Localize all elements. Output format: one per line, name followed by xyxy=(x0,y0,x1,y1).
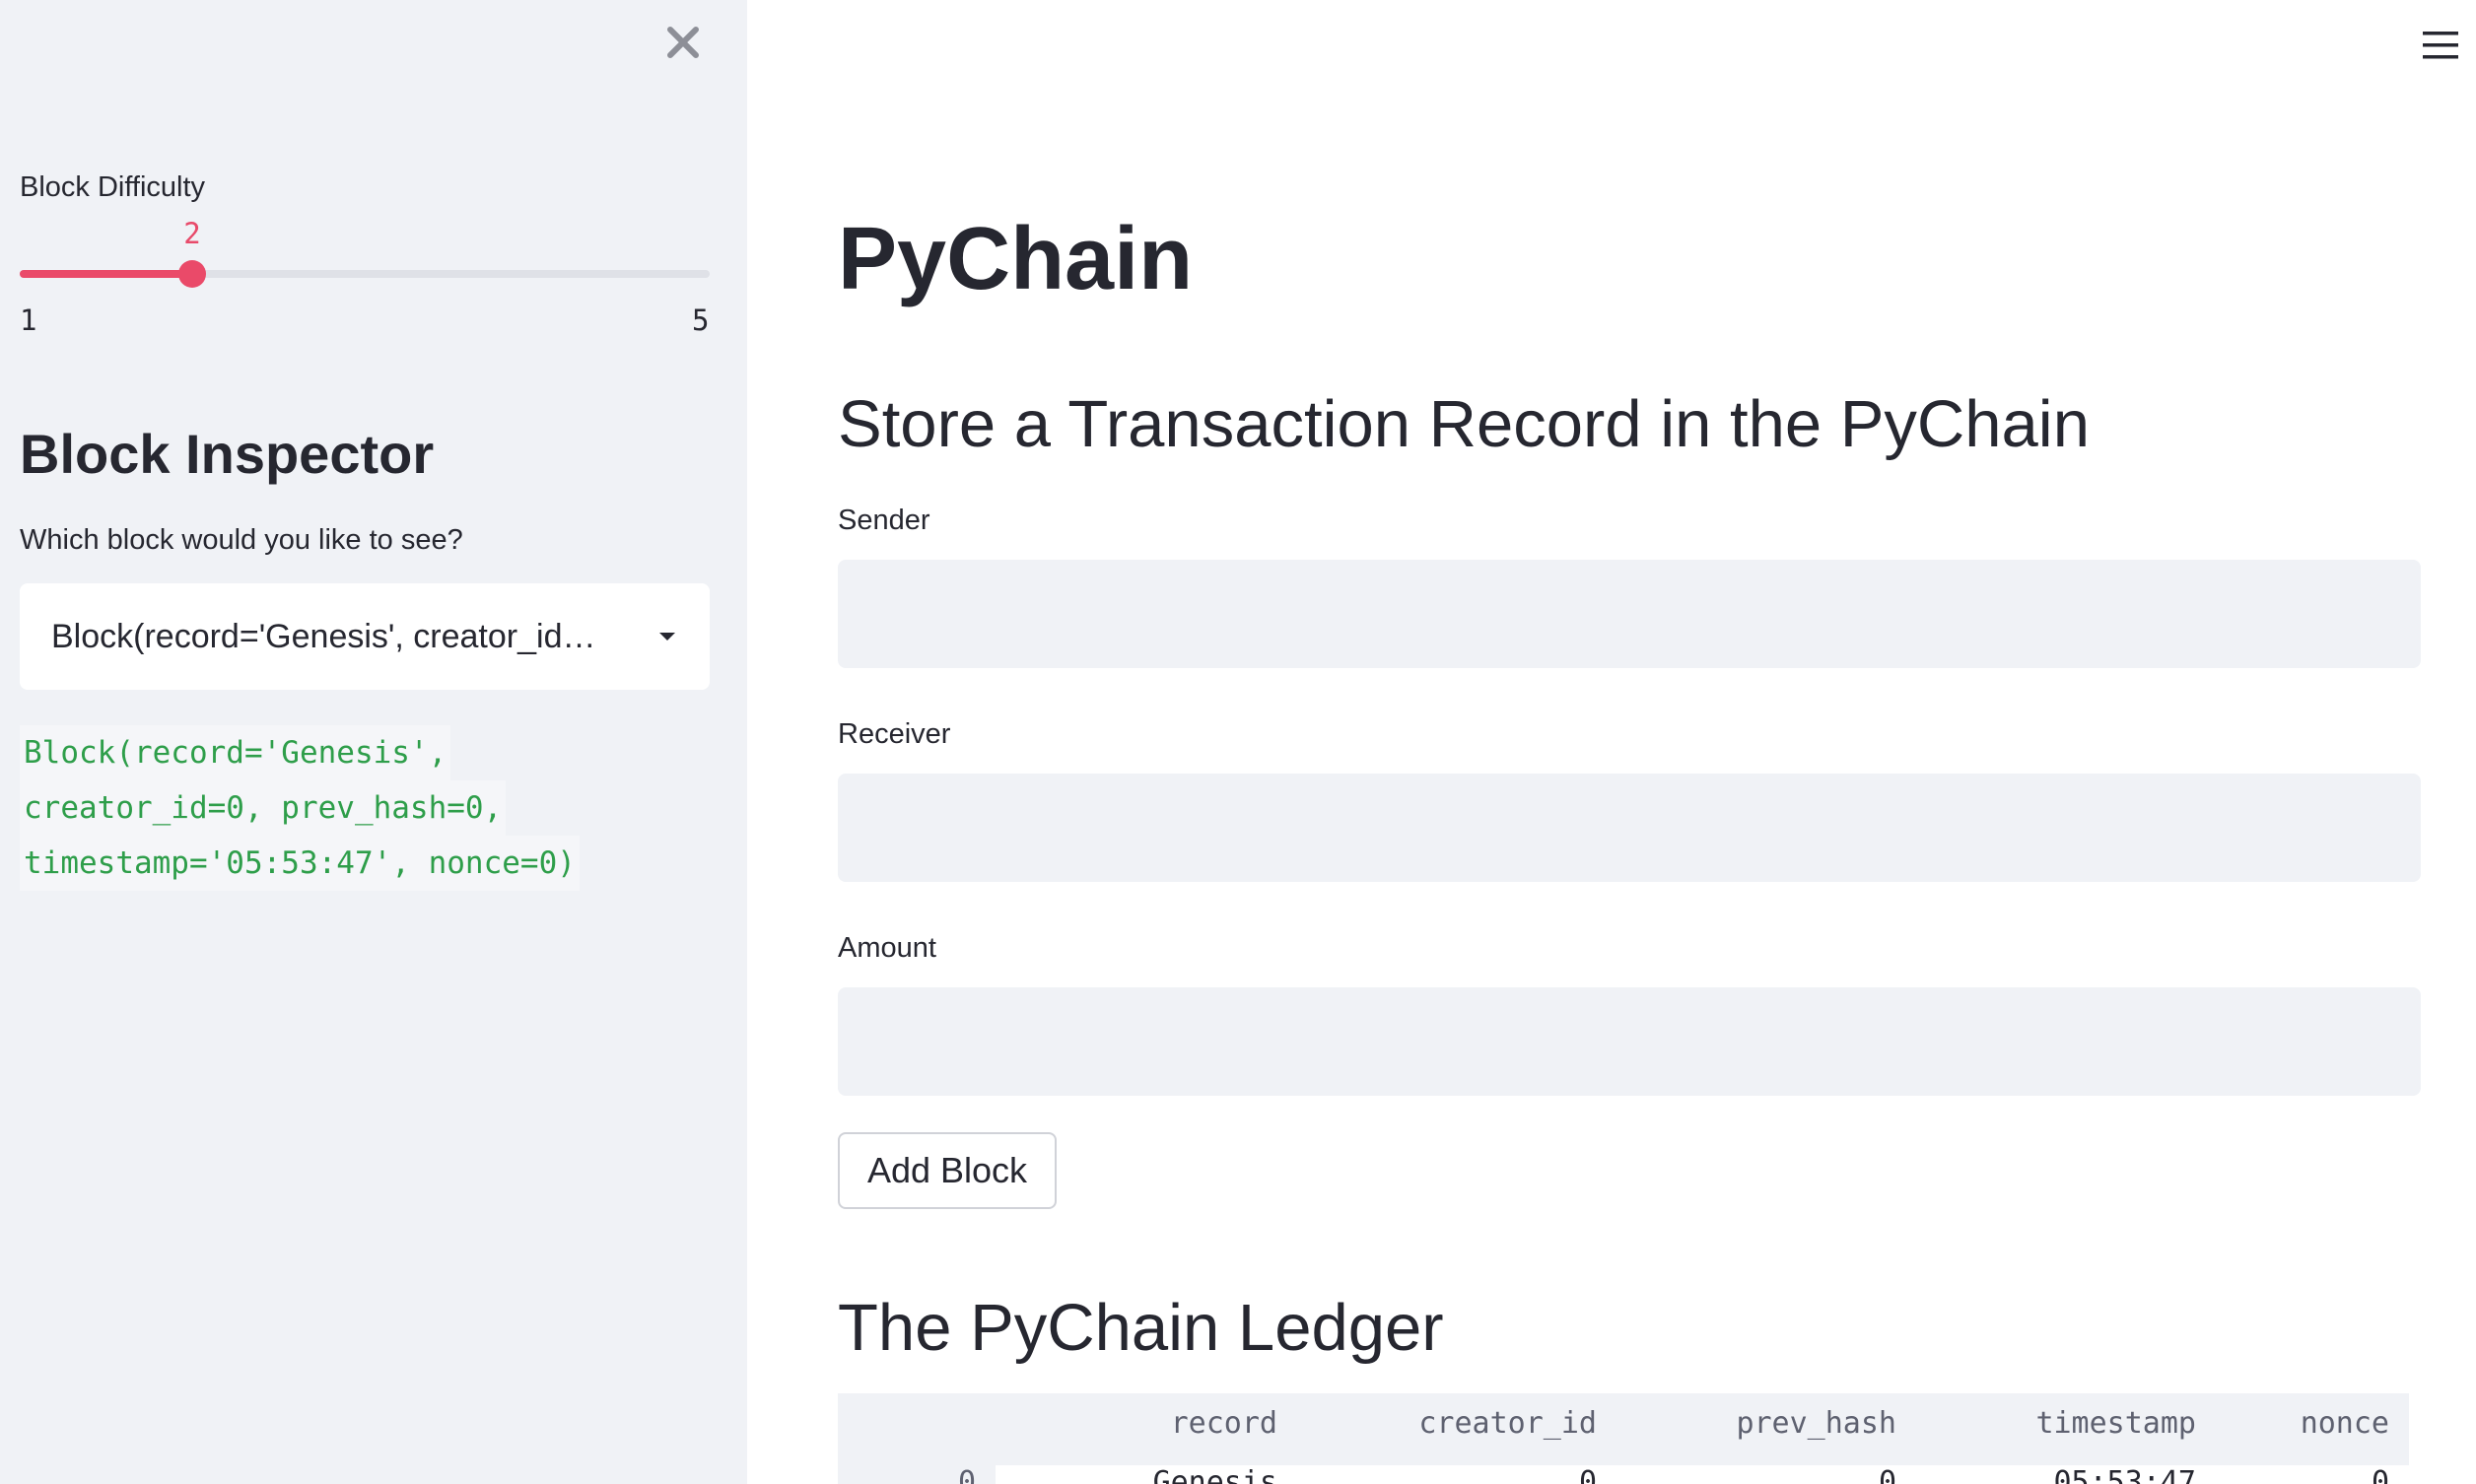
close-sidebar-button[interactable] xyxy=(662,22,704,63)
ledger-table: record creator_id prev_hash timestamp no… xyxy=(838,1393,2409,1484)
difficulty-slider[interactable] xyxy=(20,260,710,288)
ledger-column-header[interactable]: creator_id xyxy=(1297,1406,1616,1441)
main-content: PyChain Store a Transaction Record in th… xyxy=(747,0,2476,1484)
sender-input[interactable] xyxy=(838,560,2421,668)
hamburger-menu-icon[interactable] xyxy=(2419,24,2462,67)
ledger-header-row: record creator_id prev_hash timestamp no… xyxy=(838,1393,2409,1452)
row-index: 0 xyxy=(957,1464,976,1484)
code-line: Block(record='Genesis', xyxy=(20,725,451,780)
ledger-column-header[interactable]: prev_hash xyxy=(1616,1406,1916,1441)
block-select-value: Block(record='Genesis', creator_id… xyxy=(51,617,596,655)
table-cell[interactable]: Genesis xyxy=(996,1464,1297,1484)
amount-label: Amount xyxy=(838,932,936,964)
page-title: PyChain xyxy=(838,210,1194,308)
ledger-column-header[interactable]: nonce xyxy=(2216,1406,2409,1441)
table-cell[interactable]: 05:53:47 xyxy=(1916,1464,2216,1484)
block-select-label: Which block would you like to see? xyxy=(20,524,463,556)
store-transaction-heading: Store a Transaction Record in the PyChai… xyxy=(838,387,2090,461)
sidebar: Block Difficulty 2 1 5 Block Inspector W… xyxy=(0,0,747,1484)
close-icon xyxy=(667,27,699,58)
add-block-button[interactable]: Add Block xyxy=(838,1132,1057,1209)
slider-current-value: 2 xyxy=(183,217,201,250)
table-cell[interactable]: 0 xyxy=(2216,1464,2409,1484)
block-code-display: Block(record='Genesis', creator_id=0, pr… xyxy=(20,725,611,891)
code-line: creator_id=0, prev_hash=0, xyxy=(20,780,507,836)
receiver-label: Receiver xyxy=(838,718,951,750)
block-select[interactable]: Block(record='Genesis', creator_id… xyxy=(20,583,710,690)
code-line: timestamp='05:53:47', nonce=0) xyxy=(20,836,580,891)
ledger-column-header[interactable]: record xyxy=(996,1406,1297,1441)
slider-label: Block Difficulty xyxy=(20,171,206,203)
slider-fill xyxy=(20,270,192,278)
sender-label: Sender xyxy=(838,505,930,536)
slider-max-label: 5 xyxy=(692,304,710,337)
ledger-column-header[interactable]: timestamp xyxy=(1916,1406,2216,1441)
ledger-heading: The PyChain Ledger xyxy=(838,1291,1444,1365)
amount-input[interactable] xyxy=(838,987,2421,1096)
chevron-down-icon xyxy=(659,633,675,641)
slider-thumb[interactable] xyxy=(178,260,206,288)
table-row: 0 Genesis 0 0 05:53:47 0 xyxy=(838,1452,2409,1484)
receiver-input[interactable] xyxy=(838,774,2421,882)
table-cell[interactable]: 0 xyxy=(1297,1464,1616,1484)
block-inspector-heading: Block Inspector xyxy=(20,423,435,485)
table-cell[interactable]: 0 xyxy=(1616,1464,1916,1484)
app-window: Block Difficulty 2 1 5 Block Inspector W… xyxy=(0,0,2476,1484)
slider-min-label: 1 xyxy=(20,304,37,337)
